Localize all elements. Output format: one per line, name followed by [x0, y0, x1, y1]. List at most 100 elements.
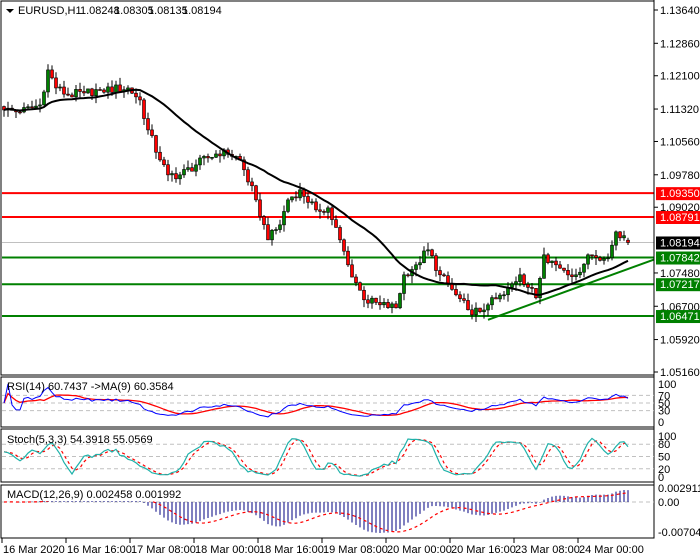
time-axis-label: 20 Mar 16:00: [451, 544, 516, 556]
candle: [362, 289, 366, 301]
rsi-axis-label: 0: [658, 417, 664, 429]
candle: [498, 294, 502, 300]
candle: [382, 302, 386, 306]
candle: [534, 288, 538, 299]
candle: [566, 270, 570, 276]
candle: [186, 167, 190, 170]
candle: [46, 69, 50, 93]
candle: [318, 209, 322, 212]
candle: [574, 274, 578, 277]
candle: [98, 89, 102, 91]
candle: [138, 96, 142, 101]
candle: [562, 267, 566, 271]
price-tick-label: 1.10560: [660, 136, 700, 148]
rsi-axis-label: 30: [658, 406, 670, 418]
stoch-axis-label: 80: [658, 439, 670, 451]
candle: [514, 281, 518, 285]
candle: [310, 201, 314, 204]
candle: [38, 104, 42, 107]
candle: [530, 287, 534, 289]
candle: [482, 309, 486, 313]
candle: [74, 89, 78, 98]
candle: [418, 262, 422, 266]
candle: [586, 254, 590, 265]
candle: [442, 274, 446, 277]
candle: [522, 274, 526, 285]
candle: [470, 309, 474, 316]
candle: [402, 274, 406, 294]
macd-label: MACD(12,26,9) 0.002458 0.001992: [7, 489, 181, 501]
price-tick-label: 1.07480: [660, 268, 700, 280]
price-tick-label: 1.12100: [660, 71, 700, 83]
candle: [326, 207, 330, 213]
chart-header-symbol: EURUSD,H1: [18, 5, 82, 17]
rsi-label: RSI(14) 60.7437 ->MA(9) 60.3584: [7, 381, 174, 393]
stoch-label: Stoch(5,3,3) 54.3918 55.0569: [7, 434, 153, 446]
candle: [374, 297, 378, 303]
price-tick-label: 1.05160: [660, 367, 700, 379]
candle: [94, 89, 98, 97]
candle: [338, 227, 342, 241]
candle: [50, 69, 54, 79]
candle: [406, 274, 410, 277]
main-price-panel[interactable]: [0, 0, 655, 376]
candle: [458, 294, 462, 299]
candle: [342, 239, 346, 252]
candle: [322, 211, 326, 213]
candle: [190, 167, 194, 172]
candle: [166, 164, 170, 176]
candle: [66, 93, 70, 96]
candle: [454, 289, 458, 296]
candle: [270, 229, 274, 241]
time-axis-label: 24 Mar 00:00: [579, 544, 644, 556]
candle: [110, 86, 114, 93]
candle: [386, 302, 390, 308]
candle: [370, 297, 374, 304]
time-axis-label: 17 Mar 08:00: [131, 544, 196, 556]
trading-chart[interactable]: EURUSD,H11.082481.083051.081351.08194 1.1…: [0, 0, 700, 560]
candle: [154, 135, 158, 153]
candle: [414, 264, 418, 270]
time-axis-label: 16 Mar 2020: [3, 544, 65, 556]
level-price-label: 1.08791: [660, 212, 700, 224]
candle: [102, 89, 106, 93]
price-tick-label: 1.05920: [660, 335, 700, 347]
candle: [510, 283, 514, 288]
candle: [518, 274, 522, 282]
candle: [70, 94, 74, 98]
candle: [202, 156, 206, 159]
candle: [334, 219, 338, 228]
candle: [430, 249, 434, 257]
candle: [62, 86, 66, 95]
candle: [598, 257, 602, 261]
candle: [146, 118, 150, 131]
candle: [474, 307, 478, 316]
candle: [390, 303, 394, 308]
candle: [366, 299, 370, 304]
candle: [622, 235, 626, 239]
candle: [158, 151, 162, 161]
price-tick-label: 1.12860: [660, 38, 700, 50]
candle: [478, 307, 482, 313]
candle: [618, 231, 622, 239]
candle: [18, 111, 22, 114]
candle: [558, 264, 562, 269]
candle: [162, 159, 166, 166]
macd-axis-label: 0.00: [658, 497, 679, 509]
candle: [290, 196, 294, 201]
candle: [78, 89, 82, 92]
candle: [198, 157, 202, 166]
candle: [350, 264, 354, 278]
candle: [438, 270, 442, 276]
time-axis-label: 19 Mar 08:00: [323, 544, 388, 556]
candle: [254, 185, 258, 201]
candle: [302, 189, 306, 197]
candle: [546, 254, 550, 263]
candle: [214, 153, 218, 158]
candle: [490, 297, 494, 306]
macd-axis-label: -0.007046: [658, 527, 700, 539]
candle: [354, 276, 358, 283]
level-price-label: 1.07842: [660, 253, 700, 265]
candle: [426, 249, 430, 252]
candle: [486, 304, 490, 311]
